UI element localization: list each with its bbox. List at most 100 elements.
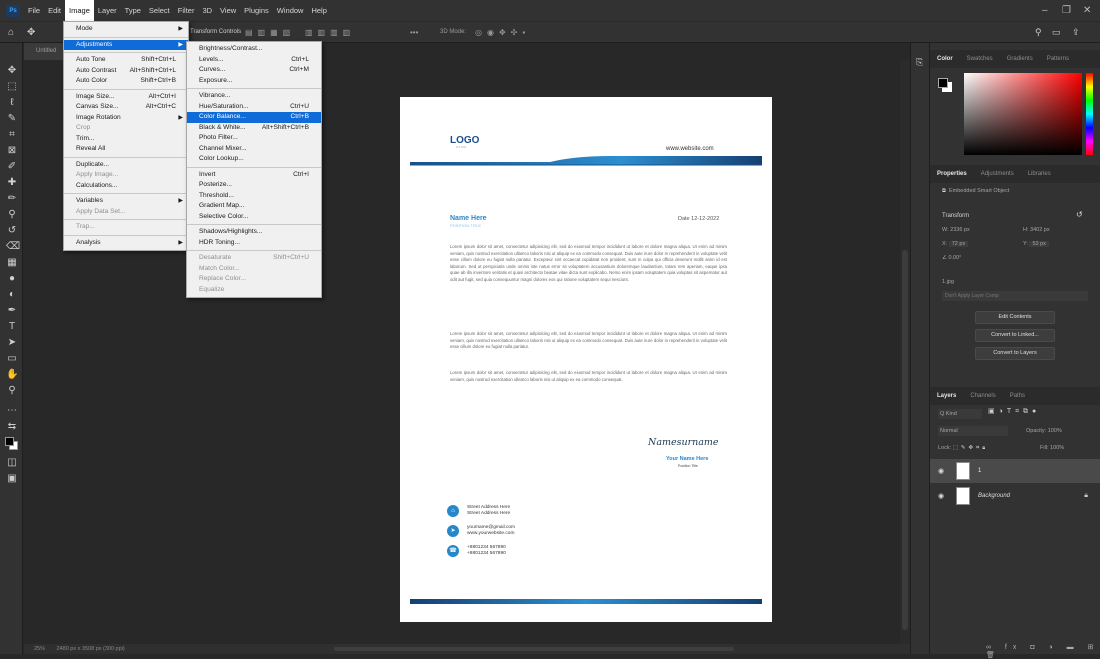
menu-item-apply-image[interactable]: Apply Image... <box>64 170 188 181</box>
tab-adjustments[interactable]: Adjustments <box>974 171 1021 177</box>
menu-item-image-size[interactable]: Image Size... Alt+Ctrl+I <box>64 92 188 103</box>
menu-3d[interactable]: 3D <box>198 0 216 21</box>
menu-window[interactable]: Window <box>273 0 308 21</box>
more-options-icon[interactable]: ••• <box>410 28 418 37</box>
menu-item-variables[interactable]: Variables ▶ <box>64 196 188 207</box>
menu-filter[interactable]: Filter <box>174 0 199 21</box>
eyedropper-tool-icon[interactable]: ✐ <box>6 161 18 173</box>
menu-select[interactable]: Select <box>145 0 174 21</box>
fill-value[interactable]: 100% <box>1050 445 1064 451</box>
menu-item-curves[interactable]: Curves... Ctrl+M <box>187 65 321 76</box>
tab-layers[interactable]: Layers <box>930 393 963 399</box>
tab-properties[interactable]: Properties <box>930 171 974 177</box>
menu-item-replace-color[interactable]: Replace Color... <box>187 274 321 285</box>
pen-tool-icon[interactable]: ✒ <box>6 305 18 317</box>
blur-tool-icon[interactable]: ● <box>6 273 18 285</box>
quick-selection-tool-icon[interactable]: ✎ <box>6 113 18 125</box>
dodge-tool-icon[interactable]: ◐ <box>6 289 18 301</box>
clone-stamp-tool-icon[interactable]: ⚲ <box>6 209 18 221</box>
menu-plugins[interactable]: Plugins <box>240 0 273 21</box>
history-brush-tool-icon[interactable]: ↺ <box>6 225 18 237</box>
menu-item-color-lookup[interactable]: Color Lookup... <box>187 154 321 165</box>
menu-view[interactable]: View <box>216 0 240 21</box>
menu-file[interactable]: File <box>24 0 44 21</box>
photoshop-logo[interactable]: Ps <box>6 4 20 17</box>
scroll-thumb[interactable] <box>902 250 908 630</box>
lasso-tool-icon[interactable]: ℓ <box>6 97 18 109</box>
close-icon[interactable]: ✕ <box>1083 0 1091 21</box>
menu-item-equalize[interactable]: Equalize <box>187 285 321 296</box>
move-tool-icon[interactable]: ✥ <box>6 65 18 77</box>
gradient-tool-icon[interactable]: ▦ <box>6 257 18 269</box>
menu-image[interactable]: Image <box>65 0 94 21</box>
menu-item-canvas-size[interactable]: Canvas Size... Alt+Ctrl+C <box>64 102 188 113</box>
tab-paths[interactable]: Paths <box>1003 393 1032 399</box>
menu-item-gradient-map[interactable]: Gradient Map... <box>187 201 321 212</box>
layer-name[interactable]: 1 <box>978 468 981 474</box>
menu-type[interactable]: Type <box>121 0 145 21</box>
search-icon[interactable]: ⚲ <box>1035 27 1042 38</box>
menu-item-brightness-contrast[interactable]: Brightness/Contrast... <box>187 44 321 55</box>
menu-item-match-color[interactable]: Match Color... <box>187 264 321 275</box>
menu-edit[interactable]: Edit <box>44 0 65 21</box>
workspace-icon[interactable]: ▭ <box>1052 27 1061 38</box>
y-value[interactable]: 53 px <box>1029 241 1049 247</box>
menu-item-hue-saturation[interactable]: Hue/Saturation... Ctrl+U <box>187 102 321 113</box>
menu-item-invert[interactable]: Invert Ctrl+I <box>187 170 321 181</box>
share-icon[interactable]: ⇪ <box>1072 27 1080 38</box>
lock-icons[interactable]: ⬚✎✥⌗🔒︎ <box>953 445 988 451</box>
transform-controls-label[interactable]: Transform Controls <box>190 29 241 35</box>
menu-item-adjustments[interactable]: Adjustments ▶ <box>64 39 188 50</box>
vertical-scrollbar[interactable] <box>900 60 910 644</box>
tab-libraries[interactable]: Libraries <box>1021 171 1058 177</box>
menu-item-hdr-toning[interactable]: HDR Toning... <box>187 238 321 249</box>
menu-item-crop[interactable]: Crop <box>64 123 188 134</box>
quick-mask-icon[interactable]: ◫ <box>6 457 18 469</box>
tab-patterns[interactable]: Patterns <box>1040 56 1076 62</box>
menu-item-color-balance[interactable]: Color Balance... Ctrl+B <box>187 112 321 123</box>
menu-item-photo-filter[interactable]: Photo Filter... <box>187 133 321 144</box>
minimize-icon[interactable]: – <box>1042 0 1048 21</box>
menu-item-threshold[interactable]: Threshold... <box>187 191 321 202</box>
tab-channels[interactable]: Channels <box>963 393 1002 399</box>
marquee-tool-icon[interactable]: ⬚ <box>6 81 18 93</box>
layer-name[interactable]: Background <box>978 493 1010 499</box>
menu-item-posterize[interactable]: Posterize... <box>187 180 321 191</box>
menu-item-selective-color[interactable]: Selective Color... <box>187 212 321 223</box>
menu-help[interactable]: Help <box>307 0 330 21</box>
height-value[interactable]: 3402 px <box>1030 227 1050 233</box>
menu-item-trim[interactable]: Trim... <box>64 134 188 145</box>
frame-tool-icon[interactable]: ⊠ <box>6 145 18 157</box>
edit-contents-button[interactable]: Edit Contents <box>975 311 1055 324</box>
horizontal-scroll-thumb[interactable] <box>334 647 734 651</box>
menu-item-auto-contrast[interactable]: Auto Contrast Alt+Shift+Ctrl+L <box>64 66 188 77</box>
foreground-color-chip[interactable] <box>938 78 948 88</box>
eraser-tool-icon[interactable]: ⌫ <box>6 241 20 253</box>
blend-mode-select[interactable]: Normal <box>938 426 1008 436</box>
menu-item-desaturate[interactable]: Desaturate Shift+Ctrl+U <box>187 253 321 264</box>
move-tool-icon[interactable]: ✥ <box>27 27 35 38</box>
reset-transform-icon[interactable]: ↺ <box>1076 210 1083 219</box>
zoom-level[interactable]: 25% <box>34 646 45 652</box>
menu-item-shadows-highlights[interactable]: Shadows/Highlights... <box>187 227 321 238</box>
width-value[interactable]: 2336 px <box>950 227 970 233</box>
rectangle-tool-icon[interactable]: ▭ <box>6 353 18 365</box>
menu-item-black-white[interactable]: Black & White... Alt+Shift+Ctrl+B <box>187 123 321 134</box>
hue-slider[interactable] <box>1086 73 1093 155</box>
menu-item-exposure[interactable]: Exposure... <box>187 76 321 87</box>
convert-to-linked-button[interactable]: Convert to Linked... <box>975 329 1055 342</box>
3d-mode-icons[interactable]: ◎◉✥✣▪ <box>475 28 530 37</box>
menu-item-trap[interactable]: Trap... <box>64 222 188 233</box>
visibility-eye-icon[interactable]: ◉ <box>938 492 950 500</box>
angle-value[interactable]: 0.00° <box>948 255 961 261</box>
tab-swatches[interactable]: Swatches <box>960 56 1000 62</box>
hand-tool-icon[interactable]: ✋ <box>6 369 18 381</box>
tab-color[interactable]: Color <box>930 56 960 62</box>
healing-brush-tool-icon[interactable]: ✚ <box>6 177 18 189</box>
document-info[interactable]: 2480 px x 3508 px (300 ppi) <box>57 646 125 652</box>
restore-icon[interactable]: ❐ <box>1062 0 1071 21</box>
align-icons[interactable]: ▤▥▦▧ <box>245 28 295 37</box>
tab-gradients[interactable]: Gradients <box>1000 56 1040 62</box>
menu-item-channel-mixer[interactable]: Channel Mixer... <box>187 144 321 155</box>
opacity-value[interactable]: 100% <box>1048 428 1062 434</box>
